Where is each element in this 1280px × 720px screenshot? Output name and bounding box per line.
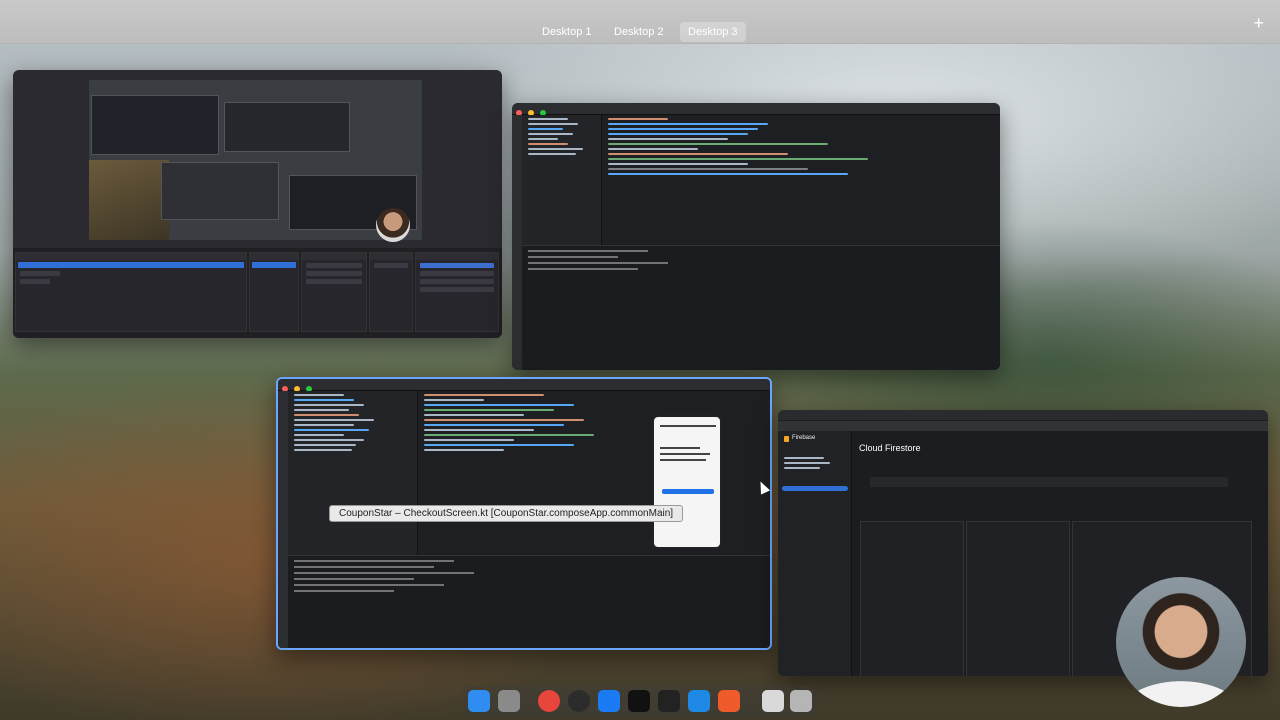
presenter-webcam-overlay [1116,577,1246,707]
webcam-preview [376,208,410,242]
trash-icon[interactable] [790,690,812,712]
window-title-tooltip: CouponStar – CheckoutScreen.kt [CouponSt… [329,505,684,522]
terminal-panel [288,555,770,648]
page-title: Cloud Firestore [859,443,921,453]
address-bar [778,421,1268,431]
space-tab-desktop-3[interactable]: Desktop 3 [680,22,746,42]
document-icon[interactable] [762,690,784,712]
space-tab-desktop-1[interactable]: Desktop 1 [534,22,600,42]
xcode-icon[interactable] [598,690,620,712]
obs-icon[interactable] [568,690,590,712]
obs-docks [13,248,502,338]
firebase-logo-icon [784,436,789,442]
plus-icon[interactable]: + [1253,14,1264,32]
dock [462,686,818,716]
finder-icon[interactable] [468,690,490,712]
pen-icon[interactable] [718,690,740,712]
chrome-icon[interactable] [538,690,560,712]
space-tab-desktop-2[interactable]: Desktop 2 [606,22,672,42]
sidebar-item-firestore[interactable] [782,486,848,491]
mission-control-spaces-bar: Desktop 1 Desktop 2 Desktop 3 + [0,0,1280,44]
obs-window-thumbnail[interactable] [13,70,502,338]
intellij-icon[interactable] [628,690,650,712]
terminal-panel [522,245,1000,370]
vscode-icon[interactable] [688,690,710,712]
firebase-sidebar: Firebase [778,431,852,676]
firebase-brand: Firebase [792,435,816,441]
terminal-icon[interactable] [658,690,680,712]
gear-icon[interactable] [498,690,520,712]
emulator-phone-preview [652,415,722,549]
obs-preview-canvas [89,80,422,240]
android-studio-window-top[interactable] [512,103,1000,370]
code-editor [602,115,1000,245]
